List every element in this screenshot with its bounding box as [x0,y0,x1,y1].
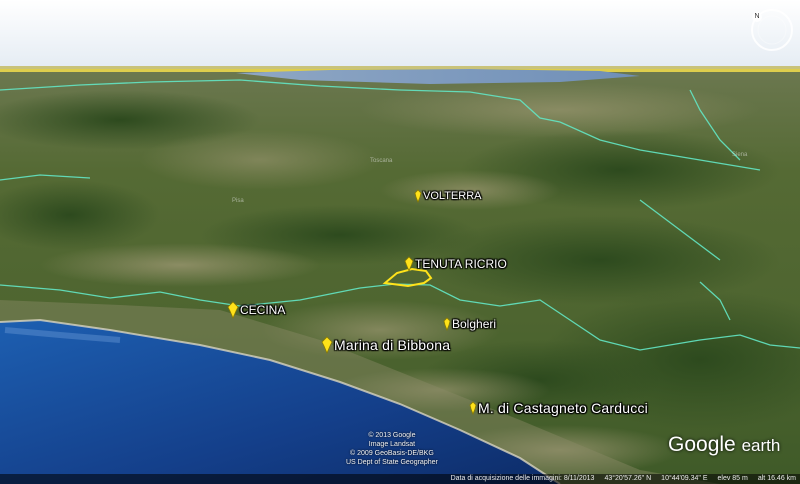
elevation-readout: elev 85 m [717,475,748,482]
placemark-castagneto-carducci[interactable]: M. di Castagneto Carducci [468,400,648,416]
terrain-view [0,0,800,484]
attribution-line: Image Landsat [368,441,416,448]
imagery-date: Data di acquisizione delle immagini: 8/1… [450,475,595,482]
pushpin-icon [404,256,414,272]
placemark-tenuta-ricrio[interactable]: TENUTA RICRIO [403,256,507,272]
logo-google: Google [668,433,736,456]
google-earth-logo: Google earth [668,433,780,457]
region-label-toscana: Toscana [370,158,393,164]
map-viewport[interactable]: Toscana Pisa Siena VOLTERRA TENUTA RICRI… [0,0,800,484]
placemark-label: M. di Castagneto Carducci [478,400,648,416]
logo-earth: earth [741,436,781,455]
imagery-attribution: © 2013 Google Image Landsat © 2009 GeoBa… [346,431,438,467]
pushpin-icon [443,317,451,331]
city-label-pisa: Pisa [232,198,244,204]
attribution-line: US Dept of State Geographer [346,459,438,466]
placemark-cecina[interactable]: CECINA [226,301,285,319]
longitude-readout: 10°44'09.34" E [661,475,708,482]
placemark-label: CECINA [240,303,286,317]
city-label-siena: Siena [732,152,748,158]
attribution-line: © 2009 GeoBasis-DE/BKG [350,450,434,457]
placemark-label: Marina di Bibbona [334,337,451,353]
placemark-marina-di-bibbona[interactable]: Marina di Bibbona [320,336,450,354]
pushpin-icon [321,336,333,354]
placemark-bolgheri[interactable]: Bolgheri [442,317,496,331]
attribution-line: © 2013 Google [368,432,416,439]
placemark-label: VOLTERRA [423,190,482,202]
altitude-readout: alt 16.46 km [757,475,796,482]
north-up-button[interactable]: N [752,12,762,22]
pushpin-icon [227,301,239,319]
latitude-readout: 43°20'57.26" N [604,475,652,482]
placemark-label: Bolgheri [452,317,497,331]
status-bar: Data di acquisizione delle immagini: 8/1… [0,474,800,484]
placemark-label: TENUTA RICRIO [415,257,507,271]
pushpin-icon [414,189,422,203]
placemark-volterra[interactable]: VOLTERRA [413,189,481,203]
pushpin-icon [469,401,477,415]
navigation-control[interactable]: N [748,6,796,54]
